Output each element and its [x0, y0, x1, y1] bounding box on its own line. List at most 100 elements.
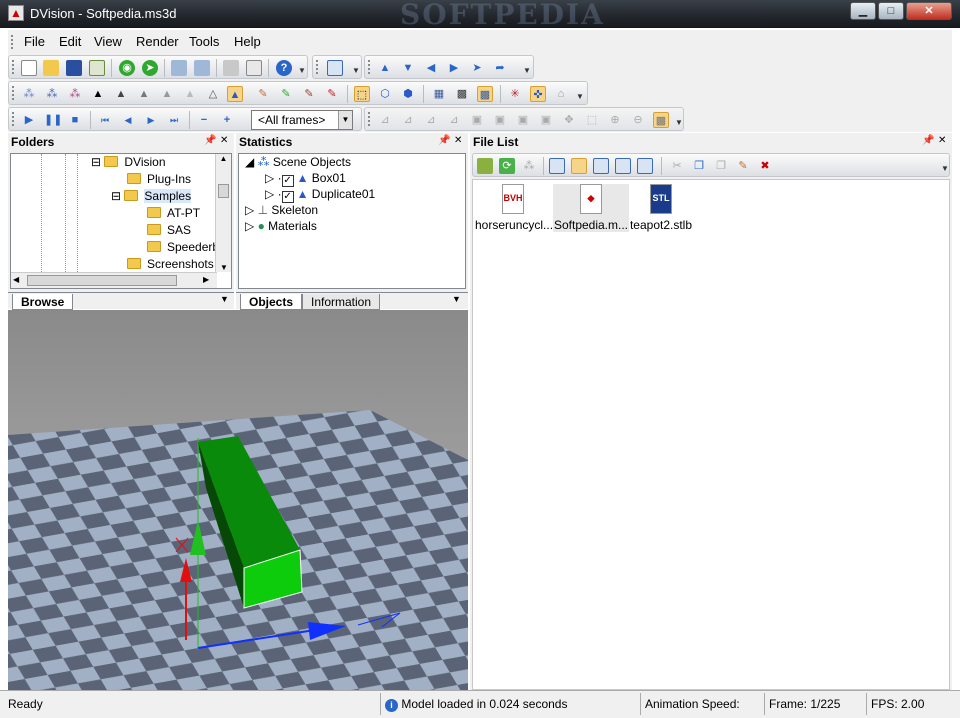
- chevron-down-icon[interactable]: ▼: [220, 294, 229, 304]
- next-frame-icon[interactable]: ▶: [143, 112, 159, 128]
- close-button[interactable]: ✕: [906, 2, 952, 20]
- toolbar-grip[interactable]: [12, 86, 15, 100]
- menu-help[interactable]: Help: [234, 34, 261, 49]
- play-icon[interactable]: ▶: [21, 112, 37, 128]
- cut-icon[interactable]: ✂: [669, 158, 685, 174]
- material-icon[interactable]: ▣: [515, 112, 531, 128]
- toolbar-grip[interactable]: [368, 112, 371, 126]
- tree-item[interactable]: ◢ ⁂ Scene Objects: [245, 154, 351, 171]
- pause-icon[interactable]: ❚❚: [44, 112, 62, 128]
- light-icon[interactable]: ✳: [507, 86, 523, 102]
- tab-objects[interactable]: Objects: [240, 294, 303, 310]
- menu-grip[interactable]: [11, 35, 14, 49]
- camera-icon[interactable]: ⌂: [553, 86, 569, 102]
- paste-icon[interactable]: ❐: [713, 158, 729, 174]
- close-icon[interactable]: ✕: [938, 135, 946, 146]
- toolbar-grip[interactable]: [316, 60, 319, 74]
- stop-icon[interactable]: ■: [67, 112, 83, 128]
- grid-icon[interactable]: ▦: [431, 86, 447, 102]
- mirror-y-icon[interactable]: ⊿: [400, 112, 416, 128]
- help-icon[interactable]: ?: [276, 60, 292, 76]
- toolbar-overflow-icon[interactable]: ▼: [298, 60, 306, 76]
- large-icons-icon[interactable]: [549, 158, 565, 174]
- slow-down-icon[interactable]: −: [196, 112, 212, 128]
- scrollbar-thumb[interactable]: [27, 275, 177, 286]
- dvision-logo-icon[interactable]: ▲: [8, 5, 24, 21]
- maximize-button[interactable]: □: [878, 2, 904, 20]
- copy-view-icon[interactable]: [171, 60, 187, 76]
- print-icon[interactable]: [223, 60, 239, 76]
- tab-browse[interactable]: Browse: [12, 294, 74, 310]
- file-item[interactable]: STL teapot2.stlb: [623, 184, 699, 232]
- checker-blue-icon[interactable]: ▩: [477, 86, 493, 102]
- toolbar-overflow-icon[interactable]: ▼: [675, 112, 683, 128]
- file-item[interactable]: ◆ Softpedia.m...: [553, 184, 629, 232]
- toolbar-grip[interactable]: [368, 60, 371, 74]
- cone-outline-icon[interactable]: △: [205, 86, 221, 102]
- folder-up-icon[interactable]: [477, 158, 493, 174]
- pin-icon[interactable]: 📌: [438, 135, 450, 146]
- menu-render[interactable]: Render: [136, 34, 179, 49]
- tri-fwd-icon[interactable]: ➤: [469, 60, 485, 76]
- menu-file[interactable]: File: [24, 34, 45, 49]
- texture-icon[interactable]: ▣: [492, 112, 508, 128]
- vertical-scrollbar[interactable]: ▲ ▼: [215, 154, 231, 272]
- play-green-icon[interactable]: ◉: [119, 60, 135, 76]
- zoom-out-icon[interactable]: ⊖: [630, 112, 646, 128]
- menu-edit[interactable]: Edit: [59, 34, 81, 49]
- rename-icon[interactable]: ✎: [735, 158, 751, 174]
- tri-right-icon[interactable]: ▶: [446, 60, 462, 76]
- cone-shaded-icon[interactable]: ▲: [227, 86, 243, 102]
- cone-smooth-icon[interactable]: ▲: [136, 86, 152, 102]
- tree-item[interactable]: ▷ ● Materials: [245, 218, 317, 235]
- tree-item[interactable]: ▷ · ✓ ▲ Duplicate01: [265, 186, 375, 203]
- tree-item[interactable]: ▷ ⊥ Skeleton: [245, 202, 318, 219]
- mirror-x-icon[interactable]: ⊿: [377, 112, 393, 128]
- zoom-in-icon[interactable]: ⊕: [607, 112, 623, 128]
- cone-light-icon[interactable]: ▲: [182, 86, 198, 102]
- toolbar-overflow-icon[interactable]: ▼: [576, 86, 584, 102]
- transparency-icon[interactable]: ▩: [653, 112, 669, 128]
- last-frame-icon[interactable]: ⏭: [166, 112, 182, 128]
- tri-left-icon[interactable]: ◀: [423, 60, 439, 76]
- chevron-down-icon[interactable]: ▼: [338, 111, 352, 129]
- link-icon[interactable]: ⁂: [521, 158, 537, 174]
- paste-view-icon[interactable]: [194, 60, 210, 76]
- print-preview-icon[interactable]: [246, 60, 262, 76]
- tri-back-icon[interactable]: ➦: [492, 60, 508, 76]
- tree-item[interactable]: ⊟ DVision: [91, 154, 166, 171]
- cube-solid-icon[interactable]: ⬢: [400, 86, 416, 102]
- close-icon[interactable]: ✕: [454, 135, 462, 146]
- minimize-button[interactable]: ▁: [850, 2, 876, 20]
- export-icon[interactable]: [89, 60, 105, 76]
- rotate-icon[interactable]: ⊿: [446, 112, 462, 128]
- joint-icon[interactable]: ✎: [278, 86, 294, 102]
- small-icons-icon[interactable]: [593, 158, 609, 174]
- tree-item[interactable]: ⊟ Samples: [111, 188, 192, 205]
- save-icon[interactable]: [66, 60, 82, 76]
- move-icon[interactable]: ✥: [561, 112, 577, 128]
- frames-select[interactable]: <All frames> ▼: [251, 110, 353, 130]
- details-view-icon[interactable]: [637, 158, 653, 174]
- list-view-icon[interactable]: [615, 158, 631, 174]
- checker-icon[interactable]: ▩: [454, 86, 470, 102]
- vertices-icon[interactable]: ⁂: [21, 86, 37, 102]
- thumbnails-icon[interactable]: [571, 158, 587, 174]
- toolbar-overflow-icon[interactable]: ▼: [352, 60, 360, 76]
- pin-icon[interactable]: 📌: [922, 135, 934, 146]
- tree-item[interactable]: SAS: [147, 222, 191, 239]
- cone-flat-icon[interactable]: ▲: [113, 86, 129, 102]
- cube-wire-icon[interactable]: ⬡: [377, 86, 393, 102]
- fit-icon[interactable]: ⬚: [584, 112, 600, 128]
- menu-tools[interactable]: Tools: [189, 34, 219, 49]
- bounds-icon[interactable]: ▣: [538, 112, 554, 128]
- toolbar-overflow-icon[interactable]: ▼: [941, 158, 949, 174]
- tri-up-icon[interactable]: ▲: [377, 60, 393, 76]
- scrollbar-thumb[interactable]: [218, 184, 229, 198]
- file-item[interactable]: BVH horseruncycl...: [475, 184, 553, 232]
- refresh-icon[interactable]: ⟳: [499, 158, 515, 174]
- edges-icon[interactable]: ⁂: [44, 86, 60, 102]
- panel-toggle-icon[interactable]: [327, 60, 343, 76]
- copy-icon[interactable]: ❐: [691, 158, 707, 174]
- toolbar-grip[interactable]: [12, 60, 15, 74]
